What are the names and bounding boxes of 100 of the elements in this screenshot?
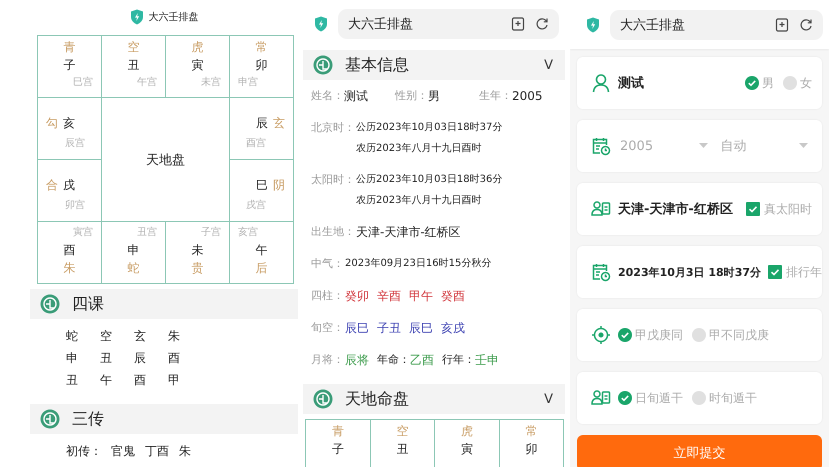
field-value: 辰巳 [409, 320, 433, 337]
checkbox[interactable] [746, 202, 760, 216]
collapse-toggle[interactable]: V [544, 58, 553, 72]
deity-label: 朱 [64, 261, 76, 275]
table-cell-text: 丑 [66, 372, 79, 388]
radio-circle-icon[interactable] [692, 391, 706, 405]
caret-icon [799, 143, 808, 149]
emblem-icon [313, 389, 333, 409]
branch-label: 子 [64, 58, 76, 72]
refresh-icon[interactable] [799, 18, 813, 32]
dropdown[interactable]: 自动 [720, 137, 812, 155]
deity-label: 阴 [273, 178, 285, 192]
deity-label: 常 [525, 424, 538, 438]
deity-label: 贵 [192, 261, 204, 275]
table-cell-text: 朱 [179, 442, 192, 460]
add-page-icon[interactable] [511, 17, 525, 31]
field-value: 癸卯 [345, 288, 369, 305]
palace-label: 未宫 [201, 77, 221, 89]
section-title: 基本信息 [345, 54, 410, 76]
field-value: 甲午 [409, 288, 433, 305]
page-title: 大六壬排盘 [348, 16, 414, 33]
field-value: 2023年09月23日16时15分秋分 [345, 256, 492, 271]
radio-circle-icon[interactable] [692, 328, 706, 342]
palace-label: 酉宫 [246, 138, 266, 150]
shield-icon [314, 16, 328, 32]
field-label: 月将： [311, 352, 344, 368]
collapse-toggle[interactable]: V [544, 392, 553, 406]
palace-label: 巳宫 [73, 77, 93, 89]
field-label: 姓名： [311, 88, 344, 104]
table-cell: 官鬼 [111, 442, 136, 460]
field-value: 2005 [512, 88, 543, 105]
table-cell: 丁酉 [145, 442, 170, 460]
branch-label: 未 [192, 243, 204, 257]
dropdown[interactable]: 2005 [620, 138, 712, 154]
branch-label: 丑 [128, 58, 140, 72]
palace-label: 辰宫 [65, 138, 85, 150]
field-value: 公历2023年10月03日18时37分 [356, 120, 502, 135]
submit-button[interactable]: 立即提交 [577, 435, 822, 467]
field-value: 辰将 [345, 352, 369, 369]
field-label: 生年： [479, 88, 512, 104]
branch-label: 申 [128, 243, 140, 257]
location-field[interactable]: 天津-天津市-红桥区 [618, 200, 733, 218]
contact-card-icon [591, 388, 611, 408]
branch-label: 子 [332, 442, 344, 456]
branch-label: 午 [256, 243, 268, 257]
table-cell-text: 玄 [134, 328, 147, 344]
branch-label: 亥 [63, 116, 75, 130]
deity-label: 青 [64, 40, 76, 54]
field-value: 子丑 [377, 320, 401, 337]
checkbox[interactable] [768, 265, 782, 279]
page-title: 大六壬排盘 [148, 10, 198, 24]
branch-label: 卯 [256, 58, 268, 72]
option-label[interactable]: 女 [800, 74, 812, 92]
field-label: 太阳时： [311, 172, 355, 188]
branch-label: 巳 [256, 178, 268, 192]
refresh-icon[interactable] [535, 17, 549, 31]
palace-label: 丑宫 [137, 227, 157, 239]
deity-label: 玄 [273, 116, 285, 130]
table-cell-text: 酉 [134, 372, 147, 388]
person-icon [591, 73, 611, 93]
option-label[interactable]: 日旬遁干 [635, 390, 683, 406]
table-cell-text: 午 [100, 372, 113, 388]
option-label[interactable]: 甲不同戊庚 [709, 326, 769, 344]
section-title: 天地命盘 [345, 388, 410, 410]
checkbox-label: 排行年 [786, 264, 822, 280]
field-value: 天津-天津市-红桥区 [356, 224, 461, 241]
field-label: 四柱： [311, 288, 344, 304]
option-label[interactable]: 甲戊庚同 [635, 326, 683, 344]
emblem-icon [40, 294, 60, 314]
add-page-icon[interactable] [775, 18, 789, 32]
field-value: 癸酉 [441, 288, 465, 305]
option-label[interactable]: 时旬遁干 [709, 390, 757, 406]
table-cell-text: 空 [100, 328, 113, 344]
field-value: 辰巳 [345, 320, 369, 337]
option-label[interactable]: 男 [762, 74, 774, 92]
checked-circle-icon[interactable] [618, 328, 632, 342]
datetime-field[interactable]: 2023年10月3日 18时37分 [618, 264, 762, 280]
section-title: 三传 [72, 408, 105, 430]
branch-label: 卯 [525, 442, 538, 456]
deity-label: 后 [256, 261, 268, 275]
table-cell-text: 甲 [168, 372, 181, 388]
field-value: 公历2023年10月03日18时36分 [356, 172, 502, 187]
field-value: 壬申 [475, 352, 499, 369]
radio-circle-icon[interactable] [783, 76, 797, 90]
name-field[interactable]: 测试 [618, 74, 644, 92]
branch-label: 丑 [396, 442, 408, 456]
field-label: 年命： [377, 352, 410, 368]
target-icon [591, 325, 611, 345]
field-value: 农历2023年八月十九日酉时 [356, 142, 482, 156]
deity-label: 合 [46, 178, 58, 192]
board-title: 天地盘 [146, 152, 185, 168]
checked-circle-icon[interactable] [745, 76, 759, 90]
checked-circle-icon[interactable] [618, 391, 632, 405]
palace-label: 卯宫 [65, 200, 85, 212]
table-cell-text: 蛇 [66, 328, 79, 344]
field-value: 辛酉 [377, 288, 401, 305]
field-value: 乙酉 [410, 352, 434, 369]
field-value: 亥戌 [441, 320, 465, 337]
contact-card-icon [591, 199, 611, 219]
field-label: 旬空： [311, 320, 344, 336]
